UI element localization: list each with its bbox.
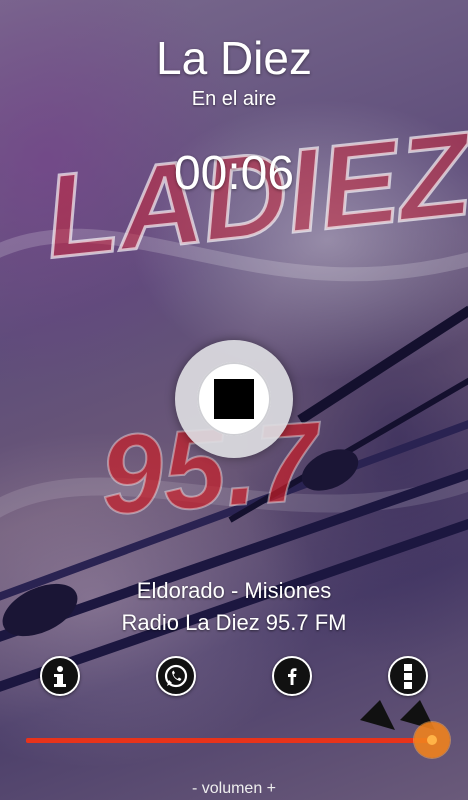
stop-button[interactable] xyxy=(175,340,293,458)
volume-slider[interactable] xyxy=(26,738,434,743)
menu-button[interactable] xyxy=(388,656,428,696)
volume-thumb-dot xyxy=(427,735,437,745)
whatsapp-button[interactable] xyxy=(156,656,196,696)
info-button[interactable] xyxy=(40,656,80,696)
volume-thumb[interactable] xyxy=(414,722,450,758)
more-vertical-icon xyxy=(404,664,412,689)
status-text: En el aire xyxy=(191,88,277,110)
volume-label: - volumen + xyxy=(191,780,277,797)
whatsapp-icon xyxy=(164,664,188,688)
facebook-button[interactable] xyxy=(272,656,312,696)
location-text: Eldorado - Misiones xyxy=(136,578,332,603)
elapsed-timer: 00:06 xyxy=(173,147,295,200)
app-title: La Diez xyxy=(156,32,312,84)
facebook-icon xyxy=(288,668,297,685)
player-screen: La Diez En el aire 00:06 Eldorado - Misi… xyxy=(0,0,468,800)
volume-fill xyxy=(26,738,434,743)
station-name: Radio La Diez 95.7 FM xyxy=(121,610,347,635)
stop-icon xyxy=(214,379,254,419)
info-icon xyxy=(54,666,66,687)
stop-button-face xyxy=(197,362,271,436)
